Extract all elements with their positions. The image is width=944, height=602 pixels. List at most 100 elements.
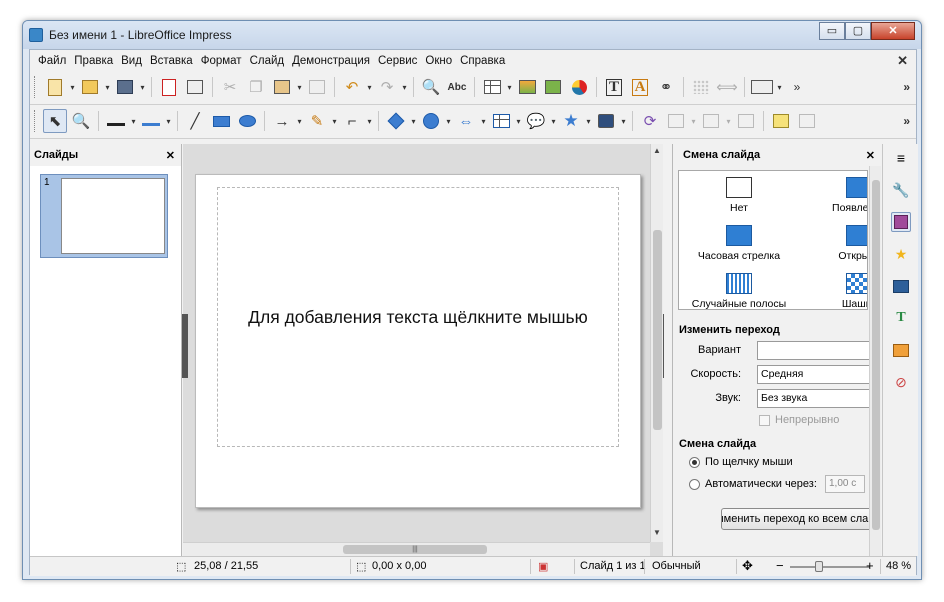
stars-dropdown-icon[interactable]: ▾	[584, 117, 593, 126]
fill-color-dropdown-icon[interactable]: ▾	[164, 117, 173, 126]
chart-icon[interactable]	[567, 75, 591, 99]
open-icon[interactable]	[78, 75, 102, 99]
media-icon[interactable]	[541, 75, 565, 99]
on-click-radio[interactable]: По щелчку мыши	[689, 456, 793, 468]
text-box-icon[interactable]: T	[602, 75, 626, 99]
3d-objects-dropdown-icon[interactable]: ▾	[619, 117, 628, 126]
arrange-icon[interactable]	[699, 109, 723, 133]
line-color-icon[interactable]	[104, 109, 128, 133]
toolbar-grip[interactable]	[34, 76, 38, 98]
styles-icon[interactable]: T	[891, 308, 911, 328]
vertical-scrollbar[interactable]: ▲ ▼	[650, 144, 663, 542]
export-pdf-icon[interactable]	[157, 75, 181, 99]
rotate-icon[interactable]: ⟳	[638, 109, 662, 133]
block-arrows-icon[interactable]: ⇔	[454, 109, 478, 133]
loop-checkbox-box[interactable]	[759, 414, 770, 426]
new-icon[interactable]	[43, 75, 67, 99]
helplines-icon[interactable]: ⟺	[715, 75, 739, 99]
task-pane-scrollbar[interactable]	[869, 166, 881, 556]
animation-icon[interactable]: ★	[891, 244, 911, 264]
slides-pane-collapse-handle[interactable]	[182, 314, 188, 378]
transition-uncover[interactable]: Открыть	[794, 225, 867, 262]
vertical-scroll-thumb[interactable]	[653, 230, 662, 430]
fit-page-icon[interactable]: ✥	[742, 558, 753, 574]
clone-formatting-icon[interactable]	[305, 75, 329, 99]
basic-shapes-icon[interactable]	[384, 109, 408, 133]
horizontal-scroll-thumb[interactable]: |||	[343, 545, 487, 554]
sidebar-menu-icon[interactable]: ≡	[891, 148, 911, 168]
line-color-dropdown-icon[interactable]: ▾	[129, 117, 138, 126]
redo-dropdown-icon[interactable]: ▾	[400, 83, 409, 92]
menu-slideshow[interactable]: Демонстрация	[288, 55, 374, 67]
hyperlink-icon[interactable]: ⚭	[654, 75, 678, 99]
toolbar-extra-overflow-icon[interactable]: »	[785, 75, 809, 99]
scroll-up-icon[interactable]: ▲	[653, 146, 661, 155]
flowchart-dropdown-icon[interactable]: ▾	[514, 117, 523, 126]
zoom-pan-icon[interactable]: 🔍	[69, 109, 93, 133]
callouts-dropdown-icon[interactable]: ▾	[549, 117, 558, 126]
zoom-slider-handle[interactable]	[815, 561, 823, 572]
fill-color-icon[interactable]	[139, 109, 163, 133]
basic-shapes-dropdown-icon[interactable]: ▾	[409, 117, 418, 126]
menu-slide[interactable]: Слайд	[246, 55, 289, 67]
gallery-icon[interactable]	[891, 340, 911, 360]
zoom-out-icon[interactable]: −	[776, 558, 784, 573]
undo-icon[interactable]: ↶	[340, 75, 364, 99]
paste-dropdown-icon[interactable]: ▾	[295, 83, 304, 92]
crop-icon[interactable]	[795, 109, 819, 133]
display-views-icon[interactable]	[750, 75, 774, 99]
auto-advance-radio-dot[interactable]	[689, 478, 700, 490]
new-dropdown-icon[interactable]: ▾	[68, 83, 77, 92]
loop-checkbox[interactable]: Непрерывно	[759, 414, 839, 426]
standard-toolbar-overflow-icon[interactable]: »	[903, 80, 910, 94]
ellipse-icon[interactable]	[235, 109, 259, 133]
text-placeholder[interactable]: Для добавления текста щёлкните мышью	[217, 187, 619, 447]
paste-icon[interactable]	[270, 75, 294, 99]
slide-canvas[interactable]: Для добавления текста щёлкните мышью	[195, 174, 641, 508]
master-slides-icon[interactable]	[891, 276, 911, 296]
menu-tools[interactable]: Сервис	[374, 55, 421, 67]
sound-select[interactable]: Без звука	[757, 389, 873, 408]
extrusion-icon[interactable]	[734, 109, 758, 133]
display-views-dropdown-icon[interactable]: ▾	[775, 83, 784, 92]
save-dropdown-icon[interactable]: ▾	[138, 83, 147, 92]
open-dropdown-icon[interactable]: ▾	[103, 83, 112, 92]
callouts-icon[interactable]: 💬	[524, 109, 548, 133]
speed-select[interactable]: Средняя	[757, 365, 873, 384]
symbol-shapes-dropdown-icon[interactable]: ▾	[444, 117, 453, 126]
menu-file[interactable]: Файл	[34, 55, 70, 67]
menu-view[interactable]: Вид	[117, 55, 146, 67]
auto-advance-spinner[interactable]: 1,00 с	[825, 475, 865, 493]
image-icon[interactable]	[515, 75, 539, 99]
auto-advance-radio[interactable]: Автоматически через: 1,00 с	[689, 475, 889, 493]
undo-dropdown-icon[interactable]: ▾	[365, 83, 374, 92]
redo-icon[interactable]: ↷	[375, 75, 399, 99]
rectangle-icon[interactable]	[209, 109, 233, 133]
menu-insert[interactable]: Вставка	[146, 55, 197, 67]
save-icon[interactable]	[113, 75, 137, 99]
symbol-shapes-icon[interactable]	[419, 109, 443, 133]
menu-window[interactable]: Окно	[421, 55, 456, 67]
navigator-icon[interactable]: ⊘	[891, 372, 911, 392]
zoom-level[interactable]: 48 %	[886, 560, 911, 572]
print-icon[interactable]	[183, 75, 207, 99]
task-pane-scroll-thumb[interactable]	[872, 180, 880, 530]
slide-thumbnail-1[interactable]: 1	[40, 174, 168, 258]
slide-transition-icon[interactable]	[891, 212, 911, 232]
shadow-icon[interactable]	[769, 109, 793, 133]
maximize-button[interactable]: ▢	[845, 22, 871, 40]
on-click-radio-dot[interactable]	[689, 456, 700, 468]
menu-help[interactable]: Справка	[456, 55, 509, 67]
transition-random-bars[interactable]: Случайные полосы	[679, 273, 804, 309]
zoom-in-icon[interactable]: +	[866, 558, 874, 573]
block-arrows-dropdown-icon[interactable]: ▾	[479, 117, 488, 126]
arrange-dropdown-icon[interactable]: ▾	[724, 117, 733, 126]
close-window-button[interactable]: ✕	[871, 22, 915, 40]
stars-icon[interactable]: ★	[559, 109, 583, 133]
line-icon[interactable]: ╱	[183, 109, 207, 133]
3d-objects-icon[interactable]	[594, 109, 618, 133]
minimize-button[interactable]: ▭	[819, 22, 845, 40]
transition-clockwise[interactable]: Часовая стрелка	[679, 225, 804, 262]
lines-arrows-icon[interactable]: →	[270, 109, 294, 133]
variant-select[interactable]	[757, 341, 873, 360]
